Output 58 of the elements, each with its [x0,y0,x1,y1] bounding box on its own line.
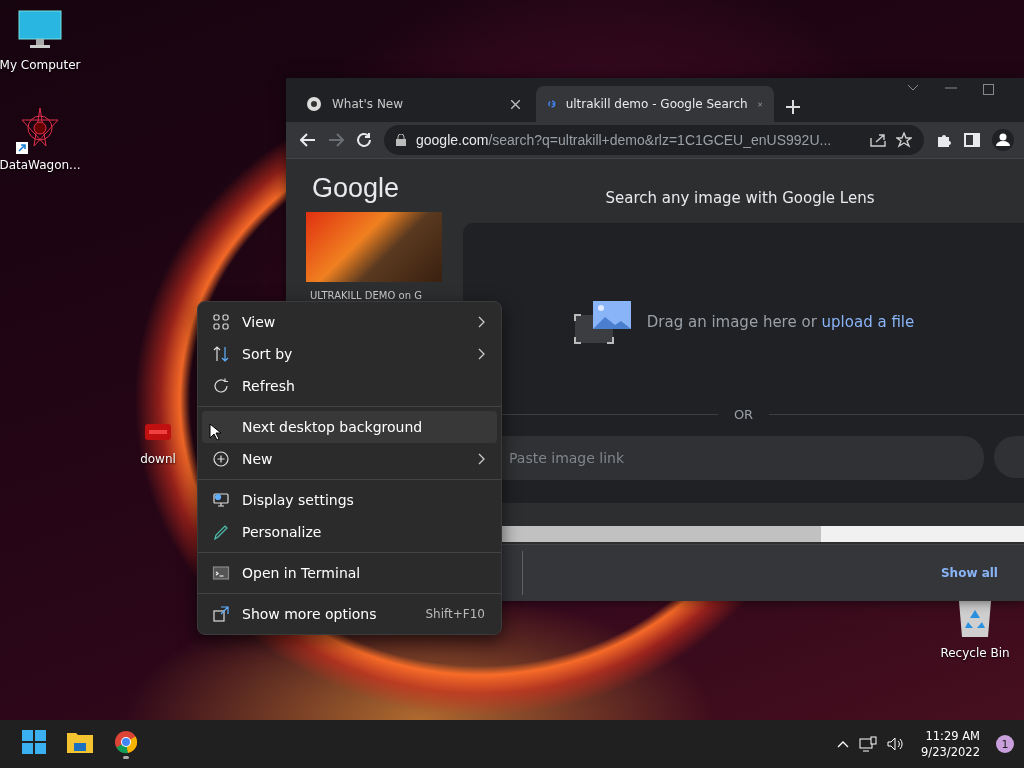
chevron-right-icon [478,453,485,465]
menu-item-icon [212,377,230,395]
reload-icon[interactable] [356,132,372,148]
menu-item-icon [212,523,230,541]
menu-item[interactable]: Personalize [202,516,497,548]
menu-item[interactable]: Next desktop background [202,411,497,443]
side-panel-icon[interactable] [964,132,980,148]
notification-badge[interactable]: 1 [996,735,1014,753]
address-bar[interactable]: google.com/search?q=ultrakill+demo&rlz=1C1GCEU_enUS992U... [384,125,924,155]
or-divider-text: OR [733,407,754,422]
share-icon[interactable] [870,133,886,147]
menu-item[interactable]: Open in Terminal [202,557,497,589]
result-caption[interactable]: ULTRAKILL DEMO on G [310,290,456,301]
desktop-icon-label[interactable]: downl [140,452,176,466]
profile-icon[interactable] [992,129,1014,151]
windows-logo-icon [22,729,46,754]
chevron-right-icon [478,316,485,328]
show-all-button[interactable]: Show all [934,560,1004,586]
menu-item[interactable]: Show more options Shift+F10 [202,598,497,630]
photo-placeholder[interactable] [306,212,442,282]
browser-logo-icon [114,729,138,754]
recycle-bin-icon[interactable] [958,600,992,638]
desktop-icon-label[interactable]: DataWagon... [0,158,81,172]
menu-item-icon [212,345,230,363]
chevron-right-icon [478,348,485,360]
menu-item-icon [212,491,230,509]
new-tab-icon[interactable] [786,100,800,114]
desktop-icon-label[interactable]: My Computer [0,58,81,72]
star-icon[interactable] [896,132,912,148]
chevron-up-icon[interactable] [837,740,850,748]
shortcut-arrow-icon [16,142,28,154]
speaker-icon[interactable] [887,736,906,752]
upload-link[interactable]: upload a file [821,313,915,331]
image-icon [572,299,633,345]
menu-item-icon [212,564,230,582]
browser-logo-icon [306,96,322,112]
desktop-icon-label[interactable]: Recycle Bin [940,646,1010,660]
puzzle-icon[interactable] [936,132,952,148]
folder-icon [67,730,93,753]
image-drop-area[interactable]: Drag an image here or upload a file OR Paste image link [463,223,1024,503]
browser-tab[interactable]: What's New [294,86,532,122]
lens-title: Search any image with Google Lens [605,189,875,207]
google-logo[interactable]: Google [312,173,456,204]
tab-search-icon[interactable] [907,84,919,92]
mouse-pointer-icon [209,423,221,441]
browser-tab[interactable]: ultrakill demo - Google Search [536,86,774,122]
maximize-icon[interactable] [983,84,994,95]
monitor-icon[interactable] [18,10,62,50]
drop-instructions: Drag an image here or upload a file [646,313,915,331]
menu-item-icon [212,313,230,331]
clock[interactable]: 11:29 AM 9/23/2022 [921,728,980,760]
back-icon[interactable] [300,132,316,148]
menu-item-icon [212,450,230,468]
network-icon[interactable] [859,736,878,752]
lock-icon [396,134,406,146]
shortcut-hint: Shift+F10 [425,607,485,621]
menu-item-icon [212,605,230,623]
close-icon[interactable] [511,99,520,109]
